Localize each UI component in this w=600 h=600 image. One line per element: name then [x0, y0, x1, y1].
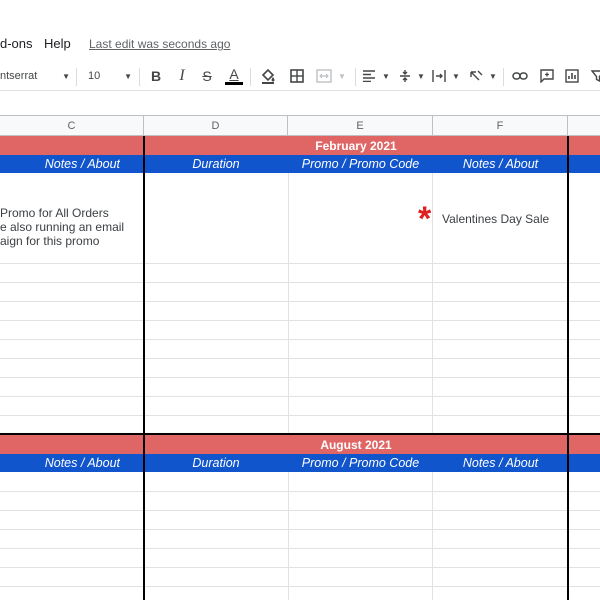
cell-note-valentines[interactable]: Valentines Day Sale: [442, 212, 549, 226]
cell-note-line[interactable]: Promo for All Orders: [0, 206, 109, 220]
cell-note-line[interactable]: aign for this promo: [0, 234, 99, 248]
month-band: [0, 136, 143, 155]
merge-cells-button[interactable]: ▼: [313, 64, 349, 88]
toolbar-divider: [76, 68, 77, 86]
align-left-icon: [363, 70, 376, 82]
fill-color-icon: [261, 68, 275, 84]
grid-row-divider: [0, 529, 600, 530]
chevron-down-icon: ▼: [338, 71, 346, 81]
wrap-icon: [432, 70, 446, 82]
toolbar: ntserrat ▼ 10 ▼ B I S A ▼ ▼ ▼ ▼ ▼: [0, 64, 600, 90]
grid-row-divider: [0, 548, 600, 549]
column-header-e[interactable]: E: [288, 116, 433, 135]
toolbar-divider: [503, 68, 504, 86]
filter-icon: [591, 70, 600, 83]
toolbar-divider: [250, 68, 251, 86]
header-notes-about[interactable]: Notes / About: [0, 454, 120, 472]
text-color-button[interactable]: A: [223, 64, 245, 88]
chevron-down-icon: ▼: [417, 71, 425, 81]
insert-link-button[interactable]: [510, 64, 530, 88]
grid-row-divider: [0, 396, 600, 397]
column-header-row: C D E F: [0, 116, 600, 136]
chevron-down-icon: ▼: [124, 71, 132, 81]
font-size-value: 10: [88, 70, 101, 82]
chevron-down-icon: ▼: [452, 71, 460, 81]
text-color-swatch: [225, 82, 243, 85]
grid-row-divider: [0, 586, 600, 587]
text-color-glyph: A: [229, 66, 239, 82]
header-duration[interactable]: Duration: [144, 155, 288, 173]
menu-addons[interactable]: d-ons: [0, 36, 33, 51]
fill-color-button[interactable]: [257, 64, 279, 88]
grid-row-divider: [0, 263, 600, 264]
section-border: [567, 136, 569, 600]
spreadsheet-grid[interactable]: February 2021 Notes / About Duration Pro…: [0, 136, 600, 600]
header-notes-about[interactable]: Notes / About: [433, 454, 568, 472]
strikethrough-button[interactable]: S: [197, 64, 217, 88]
column-header-c[interactable]: C: [0, 116, 144, 135]
vertical-align-button[interactable]: ▼: [398, 64, 426, 88]
grid-column-divider: [432, 136, 433, 600]
chevron-down-icon: ▼: [382, 71, 390, 81]
grid-row-divider: [0, 282, 600, 283]
grid-row-divider: [0, 567, 600, 568]
borders-button[interactable]: [286, 64, 308, 88]
month-band: [569, 136, 600, 155]
rotate-icon: [470, 70, 483, 81]
grid-row-divider: [0, 491, 600, 492]
text-wrap-button[interactable]: ▼: [432, 64, 460, 88]
column-header-d[interactable]: D: [144, 116, 288, 135]
font-family-value: ntserrat: [0, 70, 38, 82]
column-titles-row: Notes / About Duration Promo / Promo Cod…: [0, 155, 600, 173]
insert-chart-button[interactable]: [562, 64, 582, 88]
grid-column-divider: [288, 136, 289, 600]
grid-row-divider: [0, 358, 600, 359]
grid-row-divider: [0, 510, 600, 511]
text-rotation-button[interactable]: ▼: [468, 64, 498, 88]
grid-row-divider: [0, 301, 600, 302]
toolbar-divider: [355, 68, 356, 86]
section-border: [143, 136, 145, 600]
cell-note-line[interactable]: e also running an email: [0, 220, 124, 234]
font-family-select[interactable]: ntserrat ▼: [0, 64, 70, 88]
create-filter-button[interactable]: [588, 64, 600, 88]
menu-help[interactable]: Help: [44, 36, 71, 51]
asterisk-icon: *: [418, 200, 432, 238]
month-title-august[interactable]: August 2021: [144, 435, 568, 454]
borders-icon: [290, 69, 304, 83]
horizontal-align-button[interactable]: ▼: [362, 64, 390, 88]
column-header-g[interactable]: [568, 116, 600, 135]
month-band: [0, 435, 143, 454]
valign-icon: [400, 70, 411, 82]
bold-button[interactable]: B: [146, 64, 166, 88]
grid-row-divider: [0, 320, 600, 321]
italic-button[interactable]: I: [172, 64, 192, 88]
chevron-down-icon: ▼: [489, 71, 497, 81]
month-title-february[interactable]: February 2021: [144, 136, 568, 155]
font-size-select[interactable]: 10 ▼: [82, 64, 134, 88]
menu-bar: d-ons Help Last edit was seconds ago: [0, 0, 600, 64]
toolbar-divider: [139, 68, 140, 86]
last-edit-link[interactable]: Last edit was seconds ago: [89, 37, 230, 51]
header-notes-about[interactable]: Notes / About: [0, 155, 120, 173]
grid-row-divider: [0, 415, 600, 416]
column-titles-row: Notes / About Duration Promo / Promo Cod…: [0, 454, 600, 472]
grid-row-divider: [0, 339, 600, 340]
column-header-f[interactable]: F: [433, 116, 568, 135]
month-band: [569, 435, 600, 454]
insert-comment-button[interactable]: [537, 64, 557, 88]
header-promo-code[interactable]: Promo / Promo Code: [288, 155, 433, 173]
header-duration[interactable]: Duration: [144, 454, 288, 472]
header-promo-code[interactable]: Promo / Promo Code: [288, 454, 433, 472]
grid-row-divider: [0, 377, 600, 378]
merge-icon: [316, 69, 332, 83]
chart-icon: [565, 69, 579, 83]
comment-icon: [540, 69, 554, 83]
link-icon: [512, 72, 528, 80]
header-notes-about[interactable]: Notes / About: [433, 155, 568, 173]
formula-bar[interactable]: [0, 90, 600, 116]
chevron-down-icon: ▼: [62, 71, 70, 81]
